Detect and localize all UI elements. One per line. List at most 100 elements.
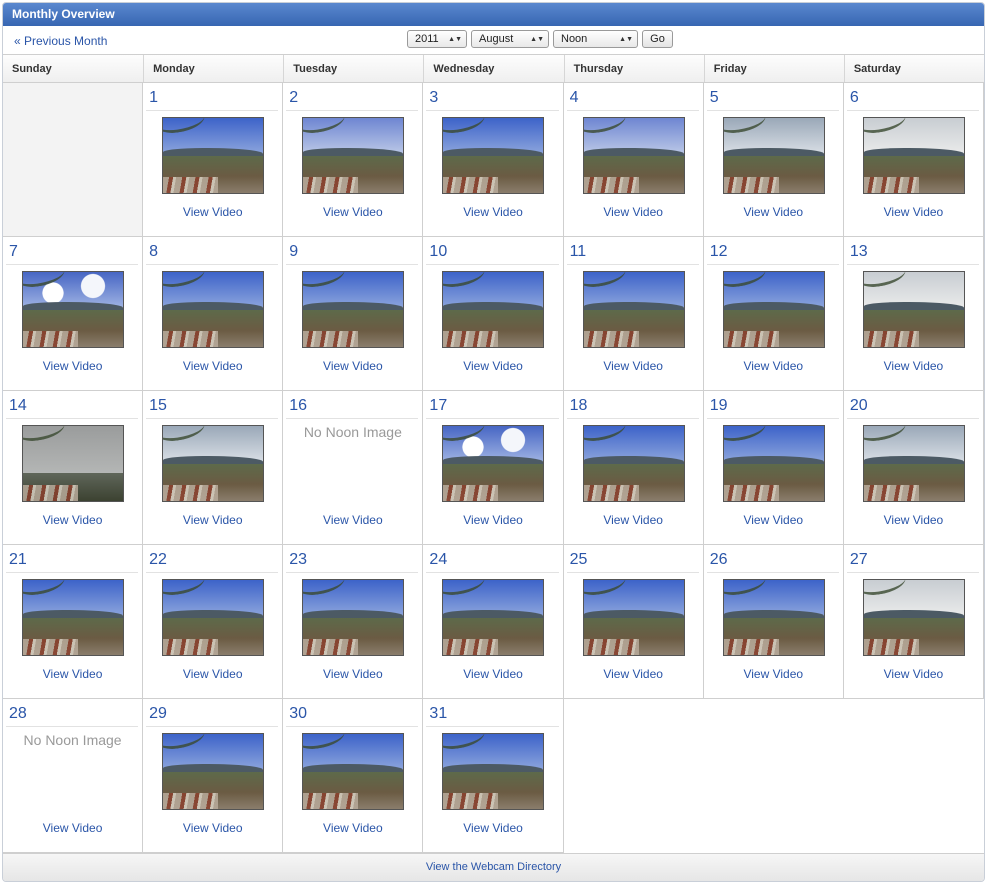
noon-webcam-thumbnail[interactable] [862,425,965,502]
view-video-link[interactable]: View Video [143,667,282,681]
view-video-link[interactable]: View Video [423,513,562,527]
noon-webcam-thumbnail[interactable] [22,425,124,502]
day-number: 3 [426,85,559,111]
noon-webcam-thumbnail[interactable] [302,117,405,194]
noon-webcam-thumbnail[interactable] [162,579,265,656]
view-video-link[interactable]: View Video [3,359,142,373]
calendar-blank-cell [704,699,844,853]
noon-webcam-thumbnail[interactable] [162,117,265,194]
calendar-day-cell: 30 View Video [283,699,424,853]
view-video-link[interactable]: View Video [283,513,422,527]
view-video-link[interactable]: View Video [3,667,142,681]
noon-webcam-thumbnail[interactable] [442,425,545,502]
weekday-header: Thursday [563,55,704,82]
noon-webcam-thumbnail[interactable] [582,425,685,502]
calendar-day-cell: 13 View Video [843,237,984,391]
view-video-link[interactable]: View Video [844,513,983,527]
month-select[interactable]: August ▲▼ [471,30,549,48]
view-video-link[interactable]: View Video [283,359,422,373]
view-video-link[interactable]: View Video [283,821,422,835]
noon-webcam-thumbnail[interactable] [162,733,265,810]
view-video-link[interactable]: View Video [564,513,703,527]
noon-webcam-thumbnail[interactable] [442,117,545,194]
day-number: 23 [286,547,419,573]
noon-webcam-thumbnail[interactable] [302,271,405,348]
calendar-day-cell: 11 View Video [563,237,704,391]
view-video-link[interactable]: View Video [143,513,282,527]
noon-webcam-thumbnail[interactable] [442,579,545,656]
day-number: 26 [706,547,839,573]
calendar-blank-cell [564,699,704,853]
calendar-day-cell: 19 View Video [703,391,844,545]
calendar-week-row: 28 No Noon Image View Video 29 View Video 30 V… [3,699,984,853]
calendar-week-row: 1 View Video 2 View Video 3 View Video 4 View V… [3,83,984,237]
noon-webcam-thumbnail[interactable] [582,271,685,348]
view-video-link[interactable]: View Video [704,513,843,527]
noon-webcam-thumbnail[interactable] [302,579,405,656]
noon-webcam-thumbnail[interactable] [722,579,825,656]
noon-webcam-thumbnail[interactable] [862,579,965,656]
noon-webcam-thumbnail[interactable] [722,117,825,194]
noon-webcam-thumbnail[interactable] [582,579,685,656]
view-video-link[interactable]: View Video [143,821,282,835]
calendar-day-cell: 2 View Video [283,83,424,237]
day-number: 21 [6,547,139,573]
view-video-link[interactable]: View Video [704,359,843,373]
select-arrows-icon: ▲▼ [448,35,462,43]
noon-webcam-thumbnail[interactable] [862,271,965,348]
view-video-link[interactable]: View Video [143,359,282,373]
calendar-blank-cell [844,699,984,853]
date-selectors: 2011 ▲▼ August ▲▼ Noon ▲▼ Go [407,30,673,48]
view-video-link[interactable]: View Video [564,359,703,373]
view-video-link[interactable]: View Video [283,205,422,219]
view-video-link[interactable]: View Video [844,667,983,681]
view-video-link[interactable]: View Video [423,359,562,373]
view-video-link[interactable]: View Video [844,359,983,373]
noon-webcam-thumbnail[interactable] [862,117,965,194]
noon-webcam-thumbnail[interactable] [722,425,825,502]
day-number: 5 [706,85,839,111]
noon-webcam-thumbnail[interactable] [162,271,265,348]
noon-webcam-thumbnail[interactable] [22,271,124,348]
view-video-link[interactable]: View Video [423,205,562,219]
previous-month-link[interactable]: « Previous Month [14,34,107,48]
calendar-day-cell: 1 View Video [143,83,284,237]
view-video-link[interactable]: View Video [283,667,422,681]
noon-webcam-thumbnail[interactable] [442,271,545,348]
year-select[interactable]: 2011 ▲▼ [407,30,467,48]
time-select[interactable]: Noon ▲▼ [553,30,638,48]
day-number: 24 [426,547,559,573]
go-button[interactable]: Go [642,30,673,48]
view-video-link[interactable]: View Video [3,513,142,527]
view-video-link[interactable]: View Video [564,667,703,681]
day-number: 30 [286,701,419,727]
weekday-header: Tuesday [283,55,423,82]
day-number: 15 [146,393,279,419]
calendar-day-cell: 21 View Video [3,545,144,699]
view-video-link[interactable]: View Video [704,667,843,681]
day-number: 8 [146,239,279,265]
day-number: 12 [706,239,839,265]
view-video-link[interactable]: View Video [143,205,282,219]
calendar-day-cell: 20 View Video [843,391,984,545]
noon-webcam-thumbnail[interactable] [442,733,545,810]
noon-webcam-thumbnail[interactable] [722,271,825,348]
view-video-link[interactable]: View Video [704,205,843,219]
calendar-day-cell: 8 View Video [143,237,284,391]
webcam-directory-link[interactable]: View the Webcam Directory [426,861,561,873]
day-number: 16 [286,393,419,419]
view-video-link[interactable]: View Video [844,205,983,219]
noon-webcam-thumbnail[interactable] [22,579,124,656]
view-video-link[interactable]: View Video [423,667,562,681]
noon-webcam-thumbnail[interactable] [302,733,405,810]
day-number: 22 [146,547,279,573]
calendar-day-cell: 5 View Video [703,83,844,237]
noon-webcam-thumbnail[interactable] [162,425,265,502]
noon-webcam-thumbnail[interactable] [582,117,685,194]
calendar-day-cell: 10 View Video [423,237,564,391]
monthly-overview-panel: Monthly Overview « Previous Month 2011 ▲… [2,2,985,882]
view-video-link[interactable]: View Video [423,821,562,835]
view-video-link[interactable]: View Video [3,821,142,835]
view-video-link[interactable]: View Video [564,205,703,219]
calendar-day-cell: 15 View Video [143,391,284,545]
